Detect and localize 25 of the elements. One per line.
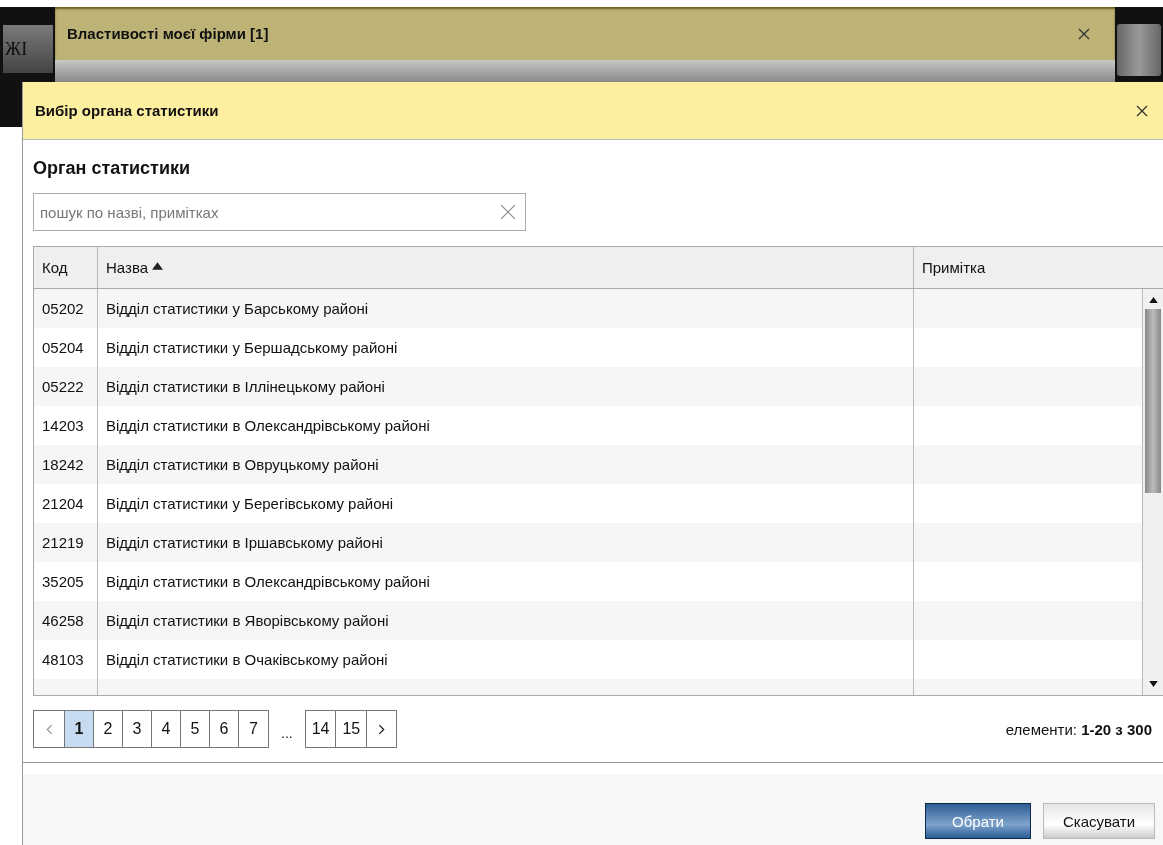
items-count: елементи: 1-20 з 300 xyxy=(1005,720,1152,738)
table-row[interactable]: 05202 Відділ статистики у Барському районі xyxy=(34,289,1143,328)
page-button[interactable]: 1 xyxy=(65,711,94,747)
table-row[interactable]: 46258 Відділ статистики в Яворівському районі xyxy=(34,601,1143,640)
scroll-down-icon[interactable] xyxy=(1148,681,1158,687)
window-title: Властивості моєї фірми [1] xyxy=(67,25,269,42)
clear-icon[interactable] xyxy=(500,204,516,220)
chevron-left-icon xyxy=(45,723,53,735)
section-title: Орган статистики xyxy=(33,158,191,179)
column-header[interactable]: Назва xyxy=(98,247,914,288)
chevron-right-icon xyxy=(378,723,386,735)
scroll-thumb[interactable] xyxy=(1145,309,1161,493)
table-row[interactable]: 18242 Відділ статистики в Овруцькому районі xyxy=(34,445,1143,484)
column-header[interactable]: Код xyxy=(34,247,98,288)
scroll-up-icon[interactable] xyxy=(1148,297,1158,303)
page-ellipsis: ... xyxy=(280,724,294,741)
dialog-title: Вибір органа статистики xyxy=(35,102,219,119)
scrollbar[interactable] xyxy=(1143,289,1163,695)
cancel-button[interactable]: Скасувати xyxy=(1043,803,1155,839)
search-field[interactable]: пошук по назві, примітках xyxy=(33,193,526,231)
close-icon[interactable] xyxy=(1135,103,1149,118)
table-row[interactable]: 05222 Відділ статистики в Іллінецькому районі xyxy=(34,367,1143,406)
close-icon[interactable] xyxy=(1077,26,1091,41)
column-header[interactable]: Примітка xyxy=(914,247,1163,288)
table-row[interactable]: 21219 Відділ статистики в Іршавському районі xyxy=(34,523,1143,562)
